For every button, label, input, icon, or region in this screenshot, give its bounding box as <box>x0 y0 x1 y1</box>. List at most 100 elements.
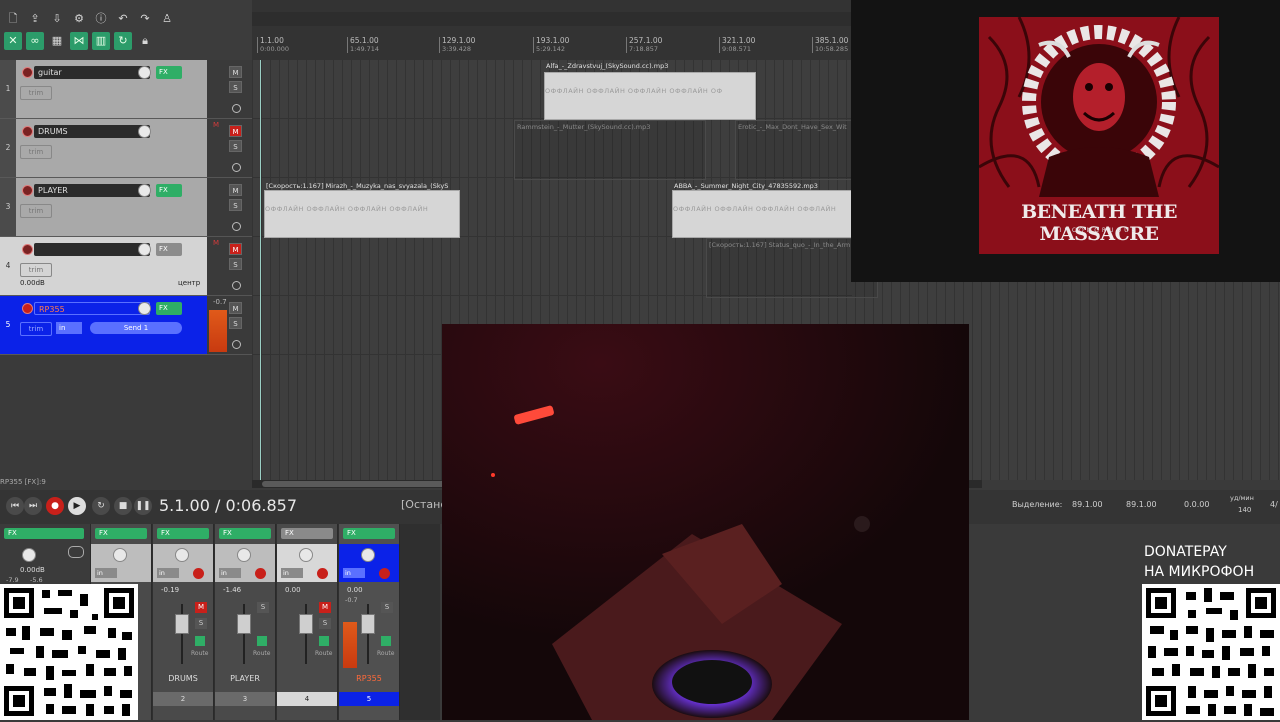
pan-knob[interactable] <box>361 548 375 562</box>
open-project-icon[interactable]: ⇪ <box>26 10 44 28</box>
volume-fader[interactable] <box>237 614 251 634</box>
solo-button[interactable]: S <box>229 258 242 270</box>
volume-fader[interactable] <box>299 614 313 634</box>
input-button[interactable]: in <box>95 568 117 578</box>
record-arm-button[interactable] <box>22 303 33 314</box>
pan-knob[interactable] <box>237 548 251 562</box>
fx-button[interactable]: FX <box>95 528 147 539</box>
record-arm-button[interactable] <box>22 126 33 137</box>
play-button[interactable]: ▶ <box>68 497 86 515</box>
loop-icon[interactable]: ↻ <box>114 32 132 50</box>
phase-icon[interactable] <box>232 340 241 349</box>
track-1[interactable]: 1 guitar FX trim <box>0 60 207 119</box>
solo-button[interactable]: S <box>229 317 242 329</box>
route-button[interactable]: Route <box>315 650 332 657</box>
metronome-icon[interactable]: ♙ <box>158 10 176 28</box>
media-item[interactable]: Erotic_-_Max_Dont_Have_Sex_Wit <box>735 120 857 180</box>
trim-button[interactable]: trim <box>20 204 52 218</box>
phase-icon[interactable] <box>319 636 329 646</box>
media-item[interactable]: ОФФЛАЙН ОФФЛАЙН ОФФЛАЙН ОФФЛАЙН ОФ <box>544 72 756 120</box>
input-button[interactable]: in <box>281 568 303 578</box>
record-arm-button[interactable] <box>255 568 266 579</box>
snap-icon[interactable]: ⋈ <box>70 32 88 50</box>
fx-button[interactable]: FX <box>281 528 333 539</box>
ripple-edit-icon[interactable]: ✕ <box>4 32 22 50</box>
media-item[interactable]: ОФФЛАЙН ОФФЛАЙН ОФФЛАЙН ОФФЛАЙН <box>264 190 460 238</box>
selection-length[interactable]: 0.0.00 <box>1184 500 1209 509</box>
track-name[interactable]: DRUMS <box>34 125 150 138</box>
fx-button[interactable]: FX <box>219 528 271 539</box>
send-button[interactable]: Send 1 <box>90 322 182 334</box>
grid-icon[interactable]: ▦ <box>48 32 66 50</box>
track-5[interactable]: 5 RP355 FX trim in Send 1 <box>0 296 207 355</box>
phase-icon[interactable] <box>232 281 241 290</box>
phase-icon[interactable] <box>257 636 267 646</box>
track-name[interactable] <box>34 243 150 256</box>
redo-icon[interactable]: ↷ <box>136 10 154 28</box>
lock-icon[interactable]: 🔒︎ <box>136 32 154 50</box>
track-name[interactable]: guitar <box>34 66 150 79</box>
mute-button[interactable]: M <box>195 602 207 613</box>
volume-knob[interactable] <box>138 66 151 79</box>
volume-knob[interactable] <box>138 243 151 256</box>
volume-fader[interactable] <box>175 614 189 634</box>
volume-knob[interactable] <box>138 184 151 197</box>
trim-button[interactable]: trim <box>20 86 52 100</box>
envelope-icon[interactable]: ▥ <box>92 32 110 50</box>
pan-knob[interactable] <box>175 548 189 562</box>
go-to-start-icon[interactable]: ⏮ <box>6 497 24 515</box>
route-button[interactable]: Route <box>377 650 394 657</box>
track-name[interactable]: PLAYER <box>34 184 150 197</box>
mute-button[interactable]: M <box>319 602 331 613</box>
project-settings-icon[interactable]: ⚙ <box>70 10 88 28</box>
solo-button[interactable]: S <box>381 602 393 613</box>
mute-button[interactable]: M <box>229 125 242 137</box>
mono-icon[interactable] <box>68 546 84 558</box>
trim-button[interactable]: trim <box>20 145 52 159</box>
track-3[interactable]: 3 PLAYER FX trim <box>0 178 207 237</box>
pan-knob[interactable] <box>299 548 313 562</box>
solo-button[interactable]: S <box>319 618 331 629</box>
play-cursor[interactable] <box>260 60 261 480</box>
stop-button[interactable]: ■ <box>114 497 132 515</box>
repeat-icon[interactable]: ↻ <box>92 497 110 515</box>
phase-icon[interactable] <box>381 636 391 646</box>
solo-button[interactable]: S <box>229 199 242 211</box>
volume-knob[interactable] <box>138 302 151 315</box>
phase-icon[interactable] <box>232 163 241 172</box>
solo-button[interactable]: S <box>229 140 242 152</box>
record-arm-button[interactable] <box>22 185 33 196</box>
solo-button[interactable]: S <box>257 602 269 613</box>
mute-button[interactable]: M <box>229 184 242 196</box>
fx-button[interactable]: FX <box>343 528 395 539</box>
track-2[interactable]: 2 DRUMS trim <box>0 119 207 178</box>
go-to-end-icon[interactable]: ⏭ <box>24 497 42 515</box>
bpm-value[interactable]: 140 <box>1238 506 1251 514</box>
record-arm-button[interactable] <box>193 568 204 579</box>
track-4[interactable]: 4 FX trim 0.00dB центр <box>0 237 207 296</box>
pause-button[interactable]: ❚❚ <box>134 497 152 515</box>
trim-button[interactable]: trim <box>20 322 52 336</box>
item-grouping-icon[interactable]: ∞ <box>26 32 44 50</box>
selection-end[interactable]: 89.1.00 <box>1126 500 1157 509</box>
volume-knob[interactable] <box>138 125 151 138</box>
timeline-ruler[interactable]: 1.1.00 0:00.000 65.1.00 1:49.714 129.1.00 3… <box>252 0 852 60</box>
input-button[interactable]: in <box>343 568 365 578</box>
fx-button[interactable]: FX <box>156 302 182 315</box>
fx-button[interactable]: FX <box>156 243 182 256</box>
solo-button[interactable]: S <box>229 81 242 93</box>
record-arm-button[interactable] <box>379 568 390 579</box>
record-button[interactable]: ● <box>46 497 64 515</box>
save-project-icon[interactable]: ⇩ <box>48 10 66 28</box>
record-arm-button[interactable] <box>22 244 33 255</box>
track-name[interactable]: RP355 <box>34 302 150 315</box>
selection-start[interactable]: 89.1.00 <box>1072 500 1103 509</box>
fx-button[interactable]: FX <box>156 184 182 197</box>
route-button[interactable]: Route <box>253 650 270 657</box>
phase-icon[interactable] <box>232 222 241 231</box>
input-button[interactable]: in <box>219 568 241 578</box>
new-project-icon[interactable]: 🗋 <box>4 10 22 28</box>
phase-icon[interactable] <box>195 636 205 646</box>
undo-icon[interactable]: ↶ <box>114 10 132 28</box>
master-fx-button[interactable]: FX <box>4 528 84 539</box>
